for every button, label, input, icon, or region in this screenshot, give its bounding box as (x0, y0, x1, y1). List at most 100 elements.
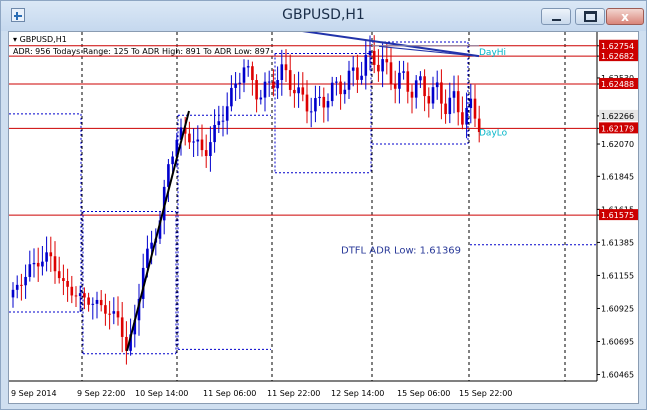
chart-area[interactable]: DayHi DayLo DTFL ADR Low: 1.61369 1.62754 1… (8, 31, 639, 404)
candle-body (356, 67, 359, 80)
candle-body (28, 264, 32, 277)
candle-body (297, 87, 300, 94)
candle-body (284, 64, 288, 71)
candle-body (326, 101, 330, 108)
price-label: 1.62179 (601, 124, 634, 133)
candle-body (280, 64, 284, 81)
candle-body (246, 66, 250, 68)
price-label: 1.61575 (601, 211, 634, 220)
minimize-icon (551, 18, 561, 21)
candle-body (339, 81, 342, 95)
x-tick-label: 15 Sep 06:00 (397, 389, 450, 398)
candle-body (469, 98, 473, 108)
symbol-line: ▾ GBPUSD,H1 (13, 35, 67, 44)
x-tick-label: 11 Sep 22:00 (267, 389, 320, 398)
symbol-label: GBPUSD,H1 (19, 35, 67, 44)
minimize-button[interactable] (541, 8, 571, 25)
candle-body (53, 256, 57, 272)
candle-body (45, 252, 48, 262)
candle-body (99, 299, 103, 306)
candle-body (461, 112, 464, 125)
candle-body (91, 303, 95, 305)
candle-body (150, 242, 153, 249)
y-tick-label: 1.61845 (601, 172, 634, 181)
candle-body (230, 87, 233, 107)
candle-body (440, 82, 443, 104)
candle-body (452, 91, 456, 98)
candle-body (456, 91, 460, 113)
candle-body (318, 96, 321, 99)
x-tick-label: 11 Sep 06:00 (203, 389, 256, 398)
candle-body (259, 97, 263, 100)
candle-body (213, 124, 216, 143)
dtfl-adr-low-label: DTFL ADR Low: 1.61369 (341, 246, 461, 257)
price-label: 1.62488 (601, 80, 634, 89)
candle-body (364, 55, 368, 76)
candle-body (11, 289, 15, 298)
candle-body (242, 67, 246, 83)
maximize-icon (583, 11, 597, 22)
candle-body (57, 271, 61, 279)
candle-body (427, 96, 431, 104)
candle-body (381, 59, 384, 72)
candle-body (251, 66, 254, 81)
candle-body (402, 71, 405, 73)
candle-body (435, 82, 439, 88)
candle-body (78, 293, 82, 297)
candle-body (62, 278, 65, 281)
maximize-button[interactable] (575, 8, 605, 25)
candle-body (221, 120, 225, 122)
x-tick-label: 9 Sep 2014 (11, 389, 57, 398)
price-chart[interactable]: DayHiDayLoDTFL ADR Low: 1.61369 1.627541… (9, 32, 638, 403)
candle-body (293, 89, 296, 94)
candle-body (188, 133, 191, 143)
candle-body (234, 83, 237, 88)
candle-body (414, 80, 418, 98)
candle-body (267, 81, 271, 83)
candle-body (406, 71, 410, 92)
y-tick-label: 1.60925 (601, 304, 634, 313)
candle-body (410, 91, 414, 98)
price-label: 1.62682 (601, 52, 634, 61)
candle-body (32, 262, 36, 265)
candle-body (431, 87, 435, 104)
close-button[interactable]: x (606, 8, 644, 25)
x-tick-label: 9 Sep 22:00 (77, 389, 125, 398)
chart-window: GBPUSD,H1 x DayHi DayLo DTFL ADR Low: 1.61… (0, 0, 647, 410)
candle-body (238, 82, 242, 84)
candle-body (200, 139, 204, 151)
candle-body (305, 94, 309, 112)
candle-body (15, 284, 19, 290)
price-label: 1.62266 (601, 112, 634, 121)
trend-line (126, 110, 190, 352)
candle-body (104, 305, 107, 314)
candle-body (347, 70, 351, 90)
candle-body (465, 107, 468, 125)
x-tick-label: 10 Sep 14:00 (135, 389, 188, 398)
candle-body (419, 76, 422, 81)
candle-body (351, 67, 355, 71)
title-bar[interactable]: GBPUSD,H1 x (1, 1, 646, 31)
candle-body (255, 80, 258, 100)
candle-body (393, 83, 397, 89)
candle-body (36, 262, 40, 267)
candle-body (272, 81, 275, 89)
candle-body (70, 286, 74, 296)
candle-body (444, 103, 447, 115)
candle-body (448, 97, 452, 115)
candle-body (301, 87, 305, 95)
candle-body (204, 150, 208, 156)
y-tick-label: 1.60465 (601, 371, 634, 380)
x-tick-label: 15 Sep 22:00 (459, 389, 512, 398)
candle-body (24, 276, 27, 286)
close-icon: x (621, 9, 629, 24)
candle-body (276, 80, 279, 89)
candle-body (398, 72, 401, 89)
candle-body (116, 311, 120, 318)
adr-high-line (302, 32, 480, 58)
candle-body (314, 98, 317, 112)
day-lo-label: DayLo (479, 128, 508, 138)
candle-body (83, 293, 86, 298)
candle-body (41, 261, 44, 267)
y-tick-label: 1.61155 (601, 271, 634, 280)
